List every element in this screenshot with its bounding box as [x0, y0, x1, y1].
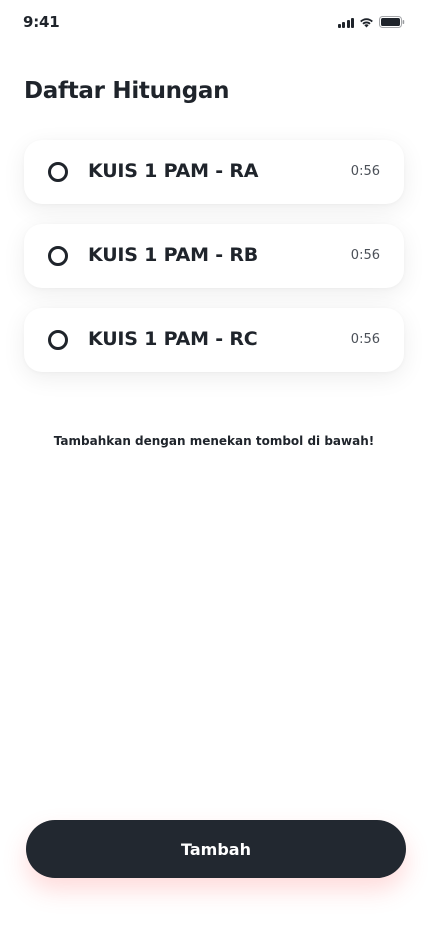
wifi-icon: [359, 17, 374, 28]
timer-name: KUIS 1 PAM - RB: [88, 244, 259, 266]
radio-icon[interactable]: [48, 330, 68, 350]
timer-name: KUIS 1 PAM - RA: [88, 160, 259, 182]
screen: 9:41 Daftar Hitungan KUIS 1 PAM - RA 0:5…: [0, 0, 428, 926]
status-bar: 9:41: [0, 0, 428, 44]
timer-time: 0:56: [350, 164, 380, 179]
status-icons: [337, 16, 406, 28]
add-button[interactable]: Tambah: [26, 820, 406, 878]
radio-icon[interactable]: [48, 162, 68, 182]
status-time: 9:41: [23, 13, 60, 31]
battery-icon: [379, 16, 405, 28]
page-title: Daftar Hitungan: [24, 78, 230, 104]
timer-time: 0:56: [350, 248, 380, 263]
radio-icon[interactable]: [48, 246, 68, 266]
timer-item-ra[interactable]: KUIS 1 PAM - RA 0:56: [24, 140, 404, 204]
timer-time: 0:56: [350, 332, 380, 347]
timer-item-rc[interactable]: KUIS 1 PAM - RC 0:56: [24, 308, 404, 372]
hint-text: Tambahkan dengan menekan tombol di bawah…: [53, 434, 375, 448]
timer-item-rb[interactable]: KUIS 1 PAM - RB 0:56: [24, 224, 404, 288]
signal-icon: [337, 17, 354, 28]
timer-name: KUIS 1 PAM - RC: [88, 328, 258, 350]
